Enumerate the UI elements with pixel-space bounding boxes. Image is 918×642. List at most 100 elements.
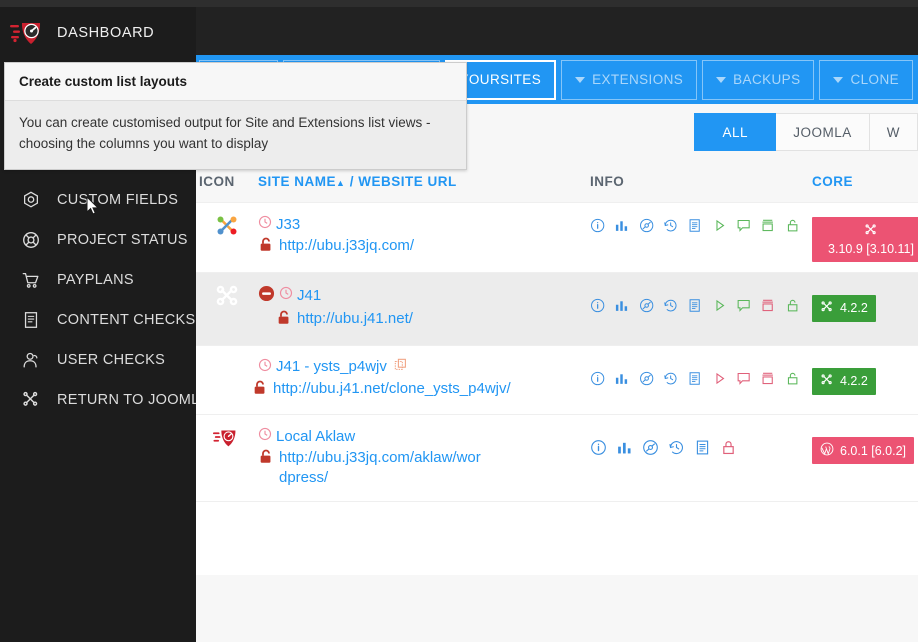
bar-chart-icon[interactable]: [614, 217, 629, 234]
site-info-cell: [590, 415, 800, 456]
site-name-line: J33: [258, 215, 590, 233]
site-url-link[interactable]: http://ubu.j33jq.com/aklaw/wordpress/: [279, 448, 483, 488]
document-icon[interactable]: [687, 217, 702, 234]
status-badge[interactable]: 3.10.9 [3.10.11]: [812, 217, 918, 262]
column-header-icon: ICON: [199, 173, 235, 189]
platform-icon-cell: [196, 346, 258, 357]
site-name-link[interactable]: J33: [276, 216, 300, 233]
sidebar-item-project-status[interactable]: PROJECT STATUS: [0, 220, 196, 260]
info-circle-icon[interactable]: [590, 370, 605, 387]
archive-box-icon[interactable]: [760, 370, 775, 387]
document-icon[interactable]: [687, 370, 702, 387]
row-action-icons: [590, 215, 800, 234]
tab-clone[interactable]: CLONE: [819, 59, 913, 100]
tab-label: EXTENSIONS: [592, 72, 684, 87]
site-name-cell: J41 http://ubu.j41.net/: [258, 273, 590, 345]
history-clock-icon[interactable]: [663, 297, 678, 314]
site-url-link[interactable]: http://ubu.j33jq.com/: [279, 236, 414, 256]
joomla-icon: [820, 373, 834, 390]
site-url-line: http://ubu.j41.net/clone_ysts_p4wjv/: [252, 379, 552, 402]
clock-icon: [258, 215, 272, 233]
header-bar: [196, 7, 918, 55]
sidebar-item-custom-fields[interactable]: CUSTOM FIELDS: [0, 180, 196, 220]
disc-icon[interactable]: [639, 370, 654, 387]
disc-icon[interactable]: [642, 439, 659, 456]
lock-closed-icon[interactable]: [720, 439, 737, 456]
table-row: J41 http://ubu.j41.net/ 4.2.2: [196, 271, 918, 345]
site-name-link[interactable]: J41: [297, 287, 321, 304]
tab-label: CLONE: [850, 72, 899, 87]
tab-backups[interactable]: BACKUPS: [702, 59, 815, 100]
row-action-icons: [590, 368, 800, 387]
disc-icon[interactable]: [639, 297, 654, 314]
filter-all-button[interactable]: ALL: [694, 113, 777, 151]
column-header-site-name[interactable]: SITE NAME▲ / WEBSITE URL: [258, 174, 590, 189]
tab-extensions[interactable]: EXTENSIONS: [561, 59, 698, 100]
site-name-line: Local Aklaw: [258, 427, 590, 445]
lifebuoy-icon: [20, 229, 42, 251]
site-info-cell: [590, 203, 800, 234]
info-circle-icon[interactable]: [590, 439, 607, 456]
site-name-link[interactable]: J41 - ysts_p4wjv: [276, 358, 387, 375]
content-spacer: [196, 574, 918, 642]
site-name-link[interactable]: Local Aklaw: [276, 428, 355, 445]
document-icon[interactable]: [694, 439, 711, 456]
comment-icon[interactable]: [736, 297, 751, 314]
status-badge[interactable]: 4.2.2: [812, 294, 876, 322]
sidebar-item-content-checks[interactable]: CONTENT CHECKS: [0, 300, 196, 340]
site-url-link[interactable]: http://ubu.j41.net/clone_ysts_p4wjv/: [273, 379, 511, 399]
website-url-label: WEBSITE URL: [358, 173, 457, 189]
sidebar-item-user-checks[interactable]: USER CHECKS: [0, 340, 196, 380]
play-triangle-icon[interactable]: [712, 217, 727, 234]
table-row: Local Aklaw http://ubu.j33jq.com/aklaw/w…: [196, 414, 918, 501]
row-action-icons: [590, 437, 800, 456]
archive-box-icon[interactable]: [760, 217, 775, 234]
sidebar-item-label: USER CHECKS: [57, 352, 166, 368]
sidebar-item-payplans[interactable]: PAYPLANS: [0, 260, 196, 300]
bar-chart-icon[interactable]: [616, 439, 633, 456]
sidebar-item-label: PAYPLANS: [57, 272, 134, 288]
site-url-link[interactable]: http://ubu.j41.net/: [297, 309, 413, 329]
info-circle-icon[interactable]: [590, 217, 605, 234]
filter-wordpress-button[interactable]: W: [869, 113, 918, 151]
history-clock-icon[interactable]: [663, 217, 678, 234]
joomla-color-icon: [214, 214, 240, 245]
site-url-line: http://ubu.j33jq.com/aklaw/wordpress/: [258, 448, 483, 488]
status-badge[interactable]: 6.0.1 [6.0.2]: [812, 437, 915, 465]
disc-icon[interactable]: [639, 217, 654, 234]
sites-table: ICON SITE NAME▲ / WEBSITE URL INFO CORE: [196, 160, 918, 575]
filter-joomla-button[interactable]: JOOMLA: [776, 113, 870, 151]
row-action-icons: [590, 295, 800, 314]
play-triangle-icon[interactable]: [712, 297, 727, 314]
sidebar-item-label: CONTENT CHECKS: [57, 312, 196, 328]
layouts-help-popover: Create custom list layouts You can creat…: [4, 62, 467, 170]
archive-box-icon[interactable]: [760, 297, 775, 314]
info-circle-icon[interactable]: [590, 297, 605, 314]
bar-chart-icon[interactable]: [614, 370, 629, 387]
comment-icon[interactable]: [736, 370, 751, 387]
popover-title: Create custom list layouts: [5, 63, 466, 101]
bar-chart-icon[interactable]: [614, 297, 629, 314]
play-triangle-icon[interactable]: [712, 370, 727, 387]
status-badge[interactable]: 4.2.2: [812, 367, 876, 395]
popover-body: You can create customised output for Sit…: [19, 115, 431, 151]
brand-logo-area[interactable]: DASHBOARD: [0, 7, 196, 58]
unlock-icon[interactable]: [785, 217, 800, 234]
unlock-icon[interactable]: [785, 370, 800, 387]
document-icon[interactable]: [687, 297, 702, 314]
column-header-core[interactable]: CORE: [800, 174, 918, 189]
history-clock-icon[interactable]: [663, 370, 678, 387]
unlock-icon[interactable]: [785, 297, 800, 314]
sidebar-item-return-to-joomla[interactable]: RETURN TO JOOMLA!: [0, 380, 214, 420]
user-people-icon: [20, 349, 42, 371]
sidebar-item-label: RETURN TO JOOMLA!: [57, 392, 214, 408]
joomla-icon: [820, 300, 834, 317]
clock-icon: [258, 358, 272, 376]
yoursites-dashboard-page: DASHBOARD EXTENSIONS: [0, 0, 918, 642]
site-name-label: SITE NAME: [258, 173, 337, 189]
joomla-white-icon: [214, 284, 240, 315]
comment-icon[interactable]: [736, 217, 751, 234]
site-name-cell: J33 http://ubu.j33jq.com/: [258, 203, 590, 272]
history-clock-icon[interactable]: [668, 439, 685, 456]
clone-copy-icon[interactable]: [394, 358, 408, 376]
